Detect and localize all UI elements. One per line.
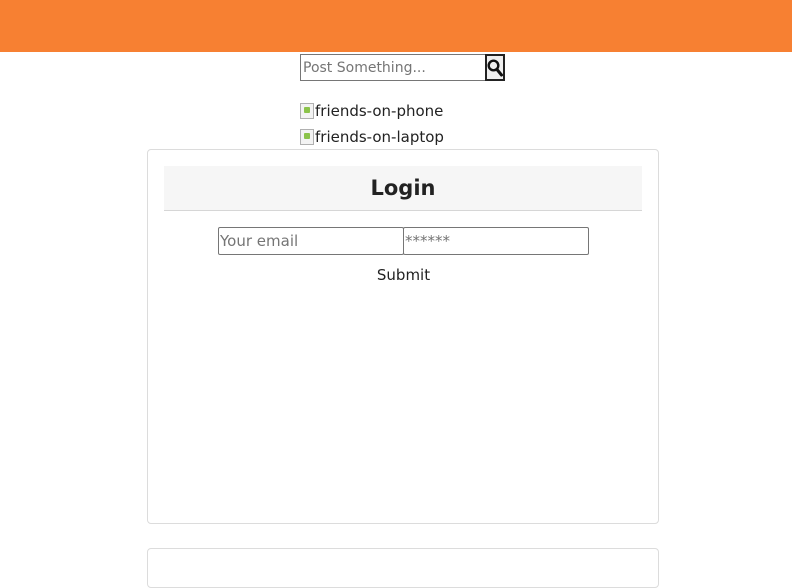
search-button[interactable] xyxy=(485,54,505,81)
second-card xyxy=(147,548,659,588)
login-card: Login Submit xyxy=(147,149,659,524)
email-field[interactable] xyxy=(218,227,404,255)
password-field[interactable] xyxy=(403,227,589,255)
friends-on-phone-image: friends-on-phone xyxy=(300,101,443,121)
friends-on-laptop-image: friends-on-laptop xyxy=(300,127,444,147)
image-alt-text: friends-on-laptop xyxy=(315,128,444,146)
post-input[interactable] xyxy=(300,54,486,81)
search-icon xyxy=(487,58,503,76)
login-form: Submit xyxy=(218,227,589,287)
image-alt-text: friends-on-phone xyxy=(315,102,444,120)
post-search-bar xyxy=(300,54,505,81)
submit-button[interactable]: Submit xyxy=(218,264,589,286)
broken-image-icon xyxy=(300,129,314,145)
top-nav-bar xyxy=(0,0,792,52)
login-title: Login xyxy=(164,166,642,211)
broken-image-icon xyxy=(300,103,314,119)
